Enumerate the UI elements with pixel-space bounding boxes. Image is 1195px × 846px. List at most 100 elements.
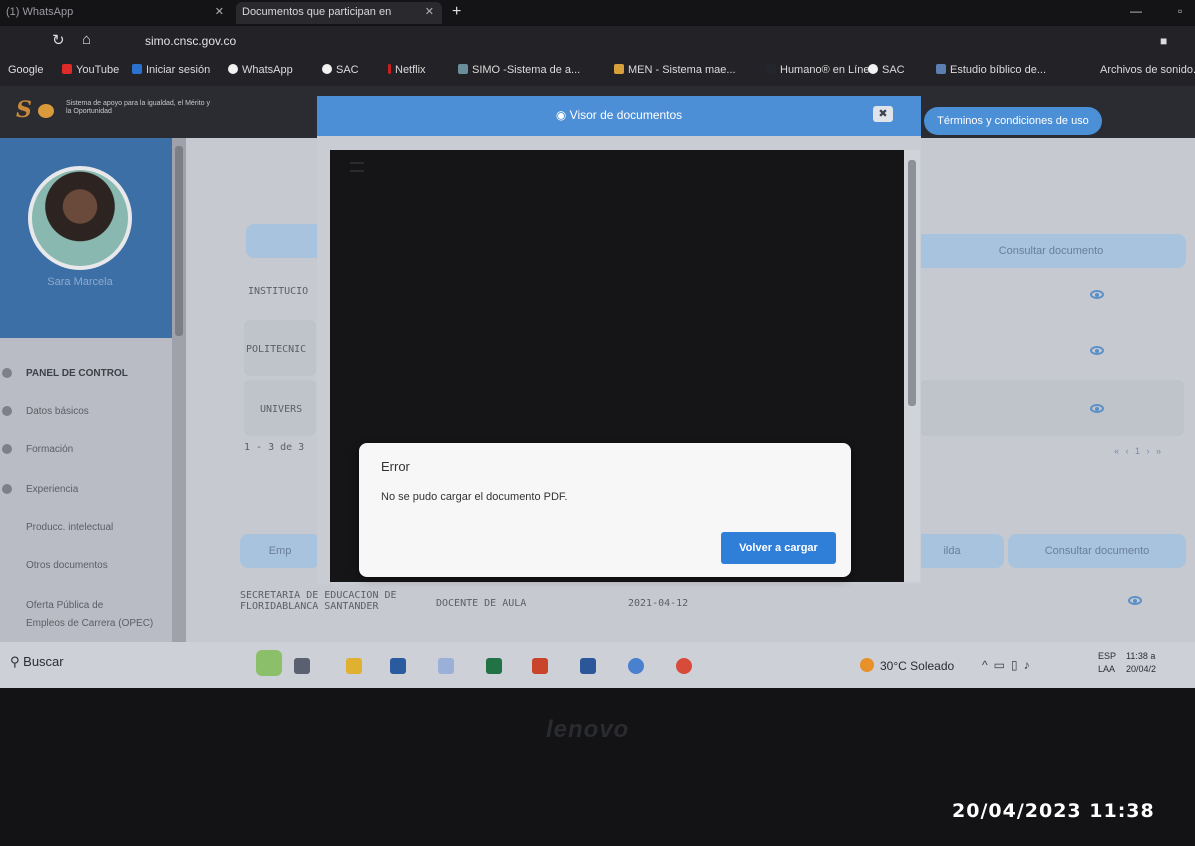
lenovo-logo: lenovo bbox=[546, 716, 630, 743]
close-tab-icon[interactable]: ✕ bbox=[425, 2, 434, 22]
file-explorer-icon[interactable] bbox=[346, 658, 362, 674]
restore-icon[interactable]: ▫ bbox=[1178, 4, 1182, 18]
view-document-icon[interactable] bbox=[1090, 346, 1104, 355]
modal-header: ◉ Visor de documentos ✖ bbox=[317, 96, 921, 136]
excel-icon[interactable] bbox=[486, 658, 502, 674]
bookmark-archivos-sonido[interactable]: Archivos de sonido. bbox=[1100, 64, 1195, 76]
globe-icon bbox=[322, 64, 332, 74]
globe-icon bbox=[868, 64, 878, 74]
formacion-header-left bbox=[246, 224, 326, 258]
bookmark-simo[interactable]: SIMO -Sistema de a... bbox=[458, 64, 580, 76]
experiencia-row-cargo: DOCENTE DE AULA bbox=[436, 598, 527, 609]
url-field[interactable]: simo.cnsc.gov.co bbox=[145, 34, 236, 48]
word-icon[interactable] bbox=[580, 658, 596, 674]
speaker-icon[interactable]: ♪ bbox=[1024, 658, 1036, 672]
sidebar-scroll-thumb[interactable] bbox=[175, 146, 183, 336]
logo-tagline: Sistema de apoyo para la igualdad, el Mé… bbox=[66, 100, 210, 115]
youtube-icon bbox=[62, 64, 72, 74]
experiencia-row-fecha: 2021-04-12 bbox=[628, 598, 689, 609]
tab-label: Documentos que participan en bbox=[242, 6, 392, 18]
weather-widget[interactable]: 30°C Soleado bbox=[860, 658, 954, 673]
view-document-icon[interactable] bbox=[1090, 404, 1104, 413]
bookmark-sac-2[interactable]: SAC bbox=[868, 64, 905, 76]
bookmark-iniciar-sesion[interactable]: Iniciar sesión bbox=[132, 64, 210, 76]
menu-icon[interactable] bbox=[350, 162, 364, 172]
powerpoint-icon[interactable] bbox=[532, 658, 548, 674]
search-icon: ⚲ bbox=[10, 654, 20, 669]
bookmark-youtube[interactable]: YouTube bbox=[62, 64, 119, 76]
store-icon[interactable] bbox=[390, 658, 406, 674]
experiencia-header-consult: Consultar documento bbox=[1008, 534, 1186, 568]
bookmark-sac[interactable]: SAC bbox=[322, 64, 359, 76]
bookmark-google[interactable]: Google bbox=[8, 64, 43, 76]
formacion-header-consult: Consultar documento bbox=[916, 234, 1186, 268]
sun-icon bbox=[860, 658, 874, 672]
view-document-icon[interactable] bbox=[1128, 596, 1142, 605]
formacion-row-1-institution: INSTITUCIO bbox=[248, 286, 309, 297]
bookmark-men[interactable]: MEN - Sistema mae... bbox=[614, 64, 736, 76]
sidebar-scrollbar[interactable] bbox=[172, 138, 186, 642]
paint-icon[interactable] bbox=[438, 658, 454, 674]
reload-icon[interactable]: ↻ bbox=[52, 31, 65, 49]
tab-label: (1) WhatsApp bbox=[6, 6, 74, 18]
bookmarks-bar: Google YouTube Iniciar sesión WhatsApp S… bbox=[0, 56, 1195, 86]
user-icon bbox=[2, 406, 12, 416]
chrome-profile-icon[interactable] bbox=[676, 658, 692, 674]
terms-button[interactable]: Términos y condiciones de uso bbox=[924, 107, 1102, 135]
eye-icon: ◉ bbox=[555, 108, 567, 122]
formacion-row-2-institution: POLITECNIC bbox=[246, 344, 307, 355]
briefcase-icon bbox=[2, 484, 12, 494]
home-icon[interactable]: ⌂ bbox=[82, 31, 91, 48]
battery-icon[interactable]: ▯ bbox=[1011, 658, 1024, 672]
address-bar: ↻ ⌂ simo.cnsc.gov.co ■ bbox=[0, 26, 1195, 56]
bookmark-humano[interactable]: Humano® en Línea bbox=[766, 64, 876, 76]
profile-panel: Sara Marcela bbox=[0, 138, 172, 338]
whatsapp-icon bbox=[228, 64, 238, 74]
reload-document-button[interactable]: Volver a cargar bbox=[721, 532, 836, 564]
bookmark-estudio-biblico[interactable]: Estudio bíblico de... bbox=[936, 64, 1046, 76]
browser-tab-bar: (1) WhatsApp ✕ Documentos que participan… bbox=[0, 0, 1195, 26]
viewer-scroll-thumb[interactable] bbox=[908, 160, 916, 406]
system-clock[interactable]: 11:38 a 20/04/2 bbox=[1126, 650, 1156, 676]
outlook-icon bbox=[132, 64, 142, 74]
formacion-row-3-band-right bbox=[920, 380, 1184, 436]
input-language[interactable]: ESP LAA bbox=[1098, 650, 1116, 676]
formacion-pagination-count: 1 - 3 de 3 bbox=[244, 442, 305, 453]
experiencia-row-empresa: SECRETARIA DE EDUCACION DE FLORIDABLANCA… bbox=[240, 590, 397, 612]
taskbar-search[interactable]: ⚲ Buscar bbox=[10, 654, 64, 670]
avatar bbox=[28, 166, 132, 270]
photo-timestamp: 20/04/2023 11:38 bbox=[952, 800, 1155, 822]
sidebar: Sara Marcela PANEL DE CONTROL Datos bási… bbox=[0, 138, 172, 642]
extension-icon[interactable]: ■ bbox=[1160, 34, 1167, 48]
bookmark-netflix[interactable]: Netflix bbox=[388, 64, 426, 76]
formacion-row-3-institution: UNIVERS bbox=[260, 404, 303, 415]
close-tab-icon[interactable]: ✕ bbox=[215, 2, 224, 22]
tab-documentos[interactable]: Documentos que participan en ✕ bbox=[236, 2, 442, 24]
netflix-icon bbox=[388, 64, 391, 74]
view-document-icon[interactable] bbox=[1090, 290, 1104, 299]
error-message: No se pudo cargar el documento PDF. bbox=[381, 491, 568, 503]
error-dialog: Error No se pudo cargar el documento PDF… bbox=[359, 443, 851, 577]
close-modal-button[interactable]: ✖ bbox=[873, 106, 893, 122]
task-view-icon[interactable] bbox=[294, 658, 310, 674]
men-icon bbox=[614, 64, 624, 74]
experiencia-header-empresa: Emp bbox=[240, 534, 320, 568]
chrome-icon[interactable] bbox=[628, 658, 644, 674]
chevron-up-icon[interactable]: ^ bbox=[982, 658, 994, 672]
dashboard-icon bbox=[2, 368, 12, 378]
formacion-pager[interactable]: « ‹ 1 › » bbox=[1114, 446, 1163, 456]
bookmark-whatsapp[interactable]: WhatsApp bbox=[228, 64, 293, 76]
system-tray[interactable]: ^▭▯♪ bbox=[982, 658, 1036, 672]
network-icon[interactable]: ▭ bbox=[994, 658, 1011, 672]
simo-icon bbox=[458, 64, 468, 74]
widgets-icon[interactable] bbox=[256, 650, 282, 676]
viewer-scrollbar[interactable] bbox=[904, 150, 920, 582]
simo-logo: S bbox=[16, 98, 62, 122]
new-tab-icon[interactable]: + bbox=[452, 3, 461, 21]
user-name: Sara Marcela bbox=[47, 276, 113, 288]
error-title: Error bbox=[381, 459, 410, 474]
minimize-icon[interactable]: — bbox=[1130, 4, 1142, 18]
laptop-bezel bbox=[0, 688, 1195, 846]
tab-whatsapp[interactable]: (1) WhatsApp ✕ bbox=[0, 2, 232, 24]
graduation-icon bbox=[2, 444, 12, 454]
